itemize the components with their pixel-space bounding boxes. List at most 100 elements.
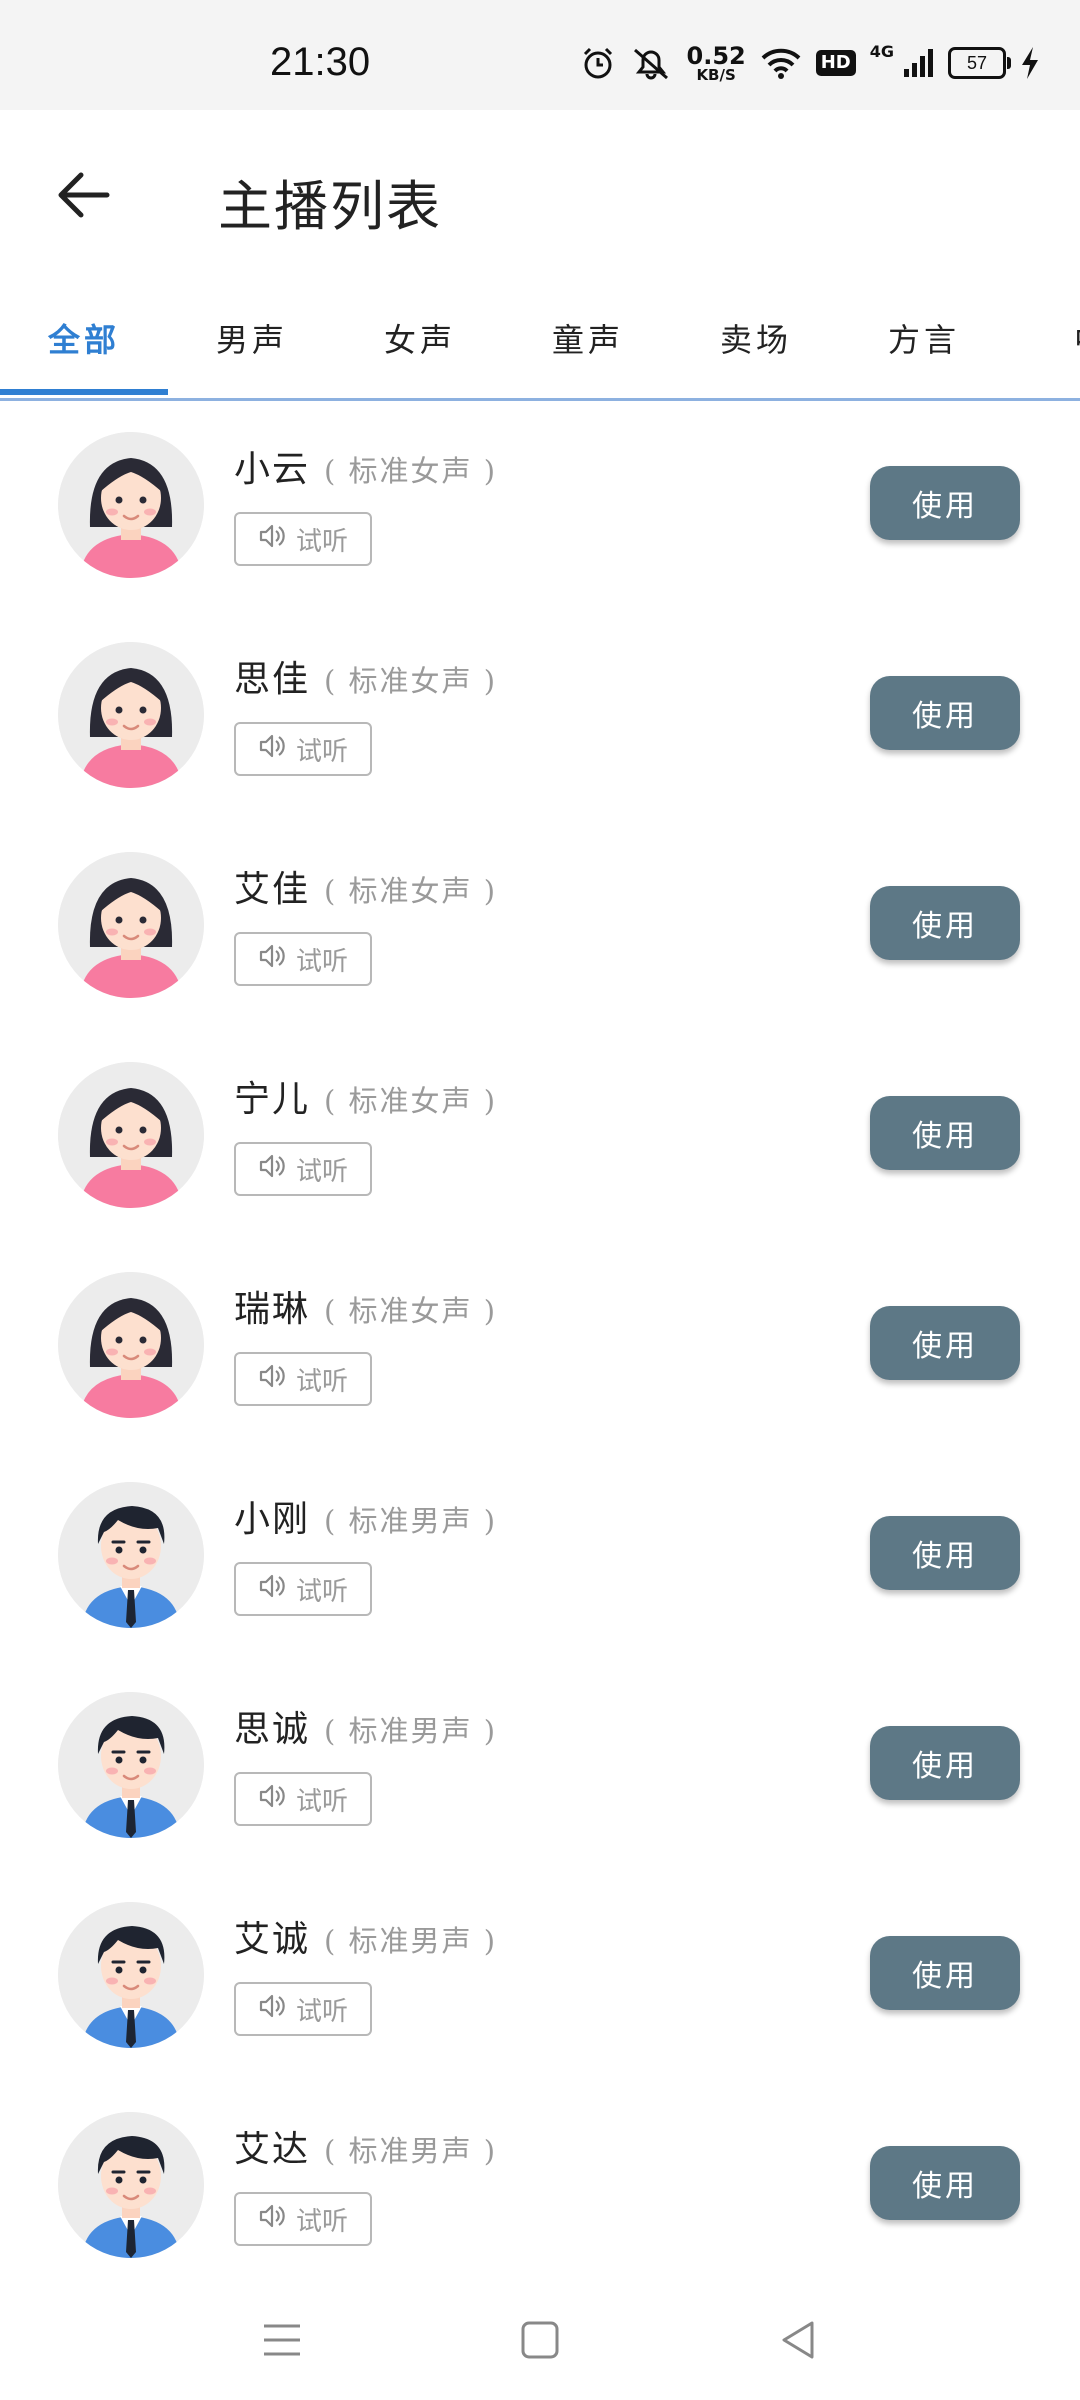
tab-female[interactable]: 女声 xyxy=(336,280,504,395)
tab-label: 方言 xyxy=(887,320,960,359)
net-speed-unit: KB/S xyxy=(696,65,736,84)
male-avatar-icon xyxy=(58,1692,204,1838)
tab-store[interactable]: 卖场 xyxy=(672,280,840,395)
signal-icon xyxy=(902,47,934,79)
back-triangle-icon xyxy=(782,2321,814,2359)
listen-button[interactable]: 试听 xyxy=(234,1142,372,1196)
listen-button[interactable]: 试听 xyxy=(234,1352,372,1406)
anchor-type: ( 标准男声 ) xyxy=(324,1504,498,1538)
tab-label: 卖场 xyxy=(719,320,792,359)
anchor-type: ( 标准男声 ) xyxy=(324,1714,498,1748)
arrow-left-icon xyxy=(58,172,110,218)
speaker-icon xyxy=(258,1361,288,1398)
system-nav-bar xyxy=(0,2270,1080,2400)
use-button[interactable]: 使用 xyxy=(870,886,1020,960)
home-square-icon xyxy=(521,2321,559,2359)
tab-dialect[interactable]: 方言 xyxy=(840,280,1008,395)
speaker-icon xyxy=(258,1151,288,1188)
mute-icon xyxy=(629,46,673,80)
use-button[interactable]: 使用 xyxy=(870,1726,1020,1800)
male-avatar-icon xyxy=(58,1902,204,2048)
avatar xyxy=(58,1482,204,1628)
charging-icon xyxy=(1020,46,1040,80)
listen-label: 试听 xyxy=(295,946,348,977)
hd-badge: HD xyxy=(815,50,856,76)
tab-label: 童声 xyxy=(551,320,624,359)
list-item: 艾诚 ( 标准男声 ) 试听 使用 xyxy=(0,1870,1080,2080)
speaker-icon xyxy=(258,941,288,978)
listen-button[interactable]: 试听 xyxy=(234,2192,372,2246)
avatar xyxy=(58,1902,204,2048)
avatar xyxy=(58,1272,204,1418)
male-avatar-icon xyxy=(58,1482,204,1628)
avatar xyxy=(58,1062,204,1208)
anchor-name: 思诚 xyxy=(234,1709,311,1750)
listen-button[interactable]: 试听 xyxy=(234,1562,372,1616)
use-button[interactable]: 使用 xyxy=(870,1516,1020,1590)
listen-button[interactable]: 试听 xyxy=(234,512,372,566)
avatar xyxy=(58,642,204,788)
list-item: 瑞琳 ( 标准女声 ) 试听 使用 xyxy=(0,1240,1080,1450)
listen-button[interactable]: 试听 xyxy=(234,1772,372,1826)
anchor-list: 小云 ( 标准女声 ) 试听 使用 思佳 ( 标准女声 ) 试听 使用 艾佳 ( 标准… xyxy=(0,400,1080,2290)
anchor-name: 宁儿 xyxy=(234,1079,311,1120)
page-title: 主播列表 xyxy=(218,175,442,238)
listen-label: 试听 xyxy=(295,1156,348,1187)
net-speed-value: 0.52 xyxy=(686,41,746,70)
female-avatar-icon xyxy=(58,642,204,788)
tab-all[interactable]: 全部 xyxy=(0,280,168,395)
use-button[interactable]: 使用 xyxy=(870,1096,1020,1170)
speaker-icon xyxy=(258,1991,288,2028)
tab-child[interactable]: 童声 xyxy=(504,280,672,395)
list-item: 小云 ( 标准女声 ) 试听 使用 xyxy=(0,400,1080,610)
anchor-type: ( 标准男声 ) xyxy=(324,2134,498,2168)
tab-label: 女声 xyxy=(383,320,456,359)
use-button[interactable]: 使用 xyxy=(870,466,1020,540)
home-button[interactable] xyxy=(510,2310,570,2370)
anchor-name: 小刚 xyxy=(234,1499,311,1540)
list-item: 艾佳 ( 标准女声 ) 试听 使用 xyxy=(0,820,1080,1030)
back-button[interactable] xyxy=(48,160,118,230)
use-button[interactable]: 使用 xyxy=(870,2146,1020,2220)
category-tabs: 全部 男声 女声 童声 卖场 方言 中 xyxy=(0,280,1080,401)
listen-label: 试听 xyxy=(295,1366,348,1397)
menu-icon xyxy=(264,2324,300,2356)
anchor-name: 艾佳 xyxy=(234,869,311,910)
anchor-type: ( 标准女声 ) xyxy=(324,874,498,908)
female-avatar-icon xyxy=(58,1062,204,1208)
anchor-name: 艾达 xyxy=(234,2129,311,2170)
listen-button[interactable]: 试听 xyxy=(234,932,372,986)
listen-button[interactable]: 试听 xyxy=(234,1982,372,2036)
tab-label: 男声 xyxy=(215,320,288,359)
listen-label: 试听 xyxy=(295,1996,348,2027)
network-type: 4G xyxy=(869,42,894,61)
avatar xyxy=(58,432,204,578)
back-nav-button[interactable] xyxy=(768,2310,828,2370)
anchor-name: 艾诚 xyxy=(234,1919,311,1960)
listen-label: 试听 xyxy=(295,1576,348,1607)
anchor-type: ( 标准女声 ) xyxy=(324,454,498,488)
speaker-icon xyxy=(258,2201,288,2238)
listen-button[interactable]: 试听 xyxy=(234,722,372,776)
list-item: 艾达 ( 标准男声 ) 试听 使用 xyxy=(0,2080,1080,2290)
listen-label: 试听 xyxy=(295,1786,348,1817)
tab-more[interactable]: 中 xyxy=(1008,280,1080,395)
anchor-type: ( 标准女声 ) xyxy=(324,1294,498,1328)
use-button[interactable]: 使用 xyxy=(870,1936,1020,2010)
use-button[interactable]: 使用 xyxy=(870,1306,1020,1380)
alarm-icon xyxy=(581,46,615,80)
use-button[interactable]: 使用 xyxy=(870,676,1020,750)
menu-button[interactable] xyxy=(252,2310,312,2370)
net-speed: 0.52 KB/S xyxy=(687,44,746,83)
anchor-name: 思佳 xyxy=(234,659,311,700)
tab-label: 中 xyxy=(1074,315,1080,361)
anchor-name: 瑞琳 xyxy=(234,1289,311,1330)
tab-male[interactable]: 男声 xyxy=(168,280,336,395)
speaker-icon xyxy=(258,731,288,768)
list-item: 宁儿 ( 标准女声 ) 试听 使用 xyxy=(0,1030,1080,1240)
list-item: 思诚 ( 标准男声 ) 试听 使用 xyxy=(0,1660,1080,1870)
list-item: 小刚 ( 标准男声 ) 试听 使用 xyxy=(0,1450,1080,1660)
status-bar: 21:30 0.52 KB/S HD 4G 57 xyxy=(0,0,1080,110)
female-avatar-icon xyxy=(58,432,204,578)
female-avatar-icon xyxy=(58,852,204,998)
